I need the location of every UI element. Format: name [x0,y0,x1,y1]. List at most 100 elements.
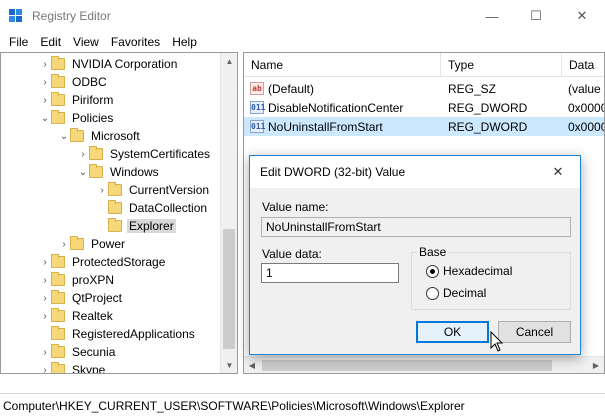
chevron-right-icon[interactable]: › [39,289,51,307]
value-name-label: Value name: [262,200,329,214]
value-row-disablenotificationcenter[interactable]: 011 DisableNotificationCenter REG_DWORD 0… [244,98,604,117]
tree-item[interactable]: DataCollection [1,199,219,217]
chevron-down-icon[interactable]: ⌄ [77,163,89,181]
folder-icon [108,200,122,214]
chevron-right-icon[interactable]: › [39,307,51,325]
scroll-thumb[interactable] [262,360,552,371]
scroll-right-arrow-icon[interactable]: ▶ [588,357,604,373]
value-name-field[interactable] [261,217,571,237]
menu-view[interactable]: View [67,35,105,49]
tree-item[interactable]: › Skype [1,361,219,374]
tree-item[interactable]: RegisteredApplications [1,325,219,343]
tree-item[interactable]: › Power [1,235,219,253]
value-row-default[interactable]: ab (Default) REG_SZ (value [244,79,604,98]
folder-icon [51,308,65,322]
tree-item-label: proXPN [72,273,115,287]
value-data-field[interactable] [261,263,399,283]
edit-dword-dialog: Edit DWORD (32-bit) Value ✕ Value name: … [249,155,581,355]
menu-edit[interactable]: Edit [34,35,67,49]
radio-unchecked-icon[interactable] [426,286,439,300]
value-type: REG_DWORD [448,100,528,115]
chevron-right-icon[interactable]: › [39,343,51,361]
chevron-down-icon[interactable]: ⌄ [39,109,51,127]
cancel-button[interactable]: Cancel [498,321,571,343]
key-tree[interactable]: ▲ ▼ › NVIDIA Corporation › ODBC › Piriform ⌄ Po… [0,52,238,374]
chevron-right-icon[interactable]: › [77,145,89,163]
column-header-type[interactable]: Type [441,53,562,77]
folder-icon [51,326,65,340]
value-name: NoUninstallFromStart [268,119,383,134]
chevron-right-icon[interactable]: › [39,361,51,374]
ok-button[interactable]: OK [416,321,489,343]
tree-item[interactable]: › Secunia [1,343,219,361]
tree-item-label: Windows [110,165,159,179]
registry-editor-icon [9,9,22,22]
tree-item-label: Power [91,237,126,251]
tree-item-label: Skype [72,363,106,374]
folder-icon [108,218,122,232]
tree-item[interactable]: › QtProject [1,289,219,307]
chevron-right-icon[interactable]: › [96,181,108,199]
list-horizontal-scrollbar[interactable]: ◀ ▶ [244,356,604,373]
tree-item-label: Microsoft [91,129,140,143]
radio-decimal-label: Decimal [443,286,487,300]
tree-item[interactable]: › Realtek [1,307,219,325]
registry-editor-window: Registry Editor — ☐ ✕ File Edit View Fav… [0,0,605,417]
scroll-thumb[interactable] [223,229,235,349]
tree-item-label: Realtek [72,309,113,323]
chevron-right-icon[interactable]: › [39,73,51,91]
value-data-label: Value data: [262,247,322,261]
tree-item[interactable]: › NVIDIA Corporation [1,55,219,73]
tree-vertical-scrollbar[interactable]: ▲ ▼ [220,53,237,373]
minimize-button[interactable]: — [470,0,514,32]
chevron-right-icon[interactable]: › [39,253,51,271]
dialog-close-icon[interactable]: ✕ [536,156,580,188]
tree-item[interactable]: › proXPN [1,271,219,289]
tree-item[interactable]: ⌄ Policies [1,109,219,127]
scroll-left-arrow-icon[interactable]: ◀ [244,357,260,373]
tree-item[interactable]: › ProtectedStorage [1,253,219,271]
tree-item-label: ODBC [72,75,107,89]
tree-item[interactable]: Explorer [1,217,219,235]
chevron-right-icon[interactable]: › [39,271,51,289]
menu-file[interactable]: File [3,35,34,49]
tree-item-label: Piriform [72,93,114,107]
tree-item-label: Policies [72,111,114,125]
value-type: REG_DWORD [448,119,528,134]
base-label: Base [417,245,449,259]
value-row-nouninstallfromstart[interactable]: 011 NoUninstallFromStart REG_DWORD 0x0000 [244,117,604,136]
folder-icon [70,236,84,250]
radio-decimal[interactable]: Decimal [426,286,486,300]
tree-item[interactable]: › CurrentVersion [1,181,219,199]
value-name: (Default) [268,81,315,96]
close-button[interactable]: ✕ [560,0,604,32]
radio-checked-icon[interactable] [426,264,439,278]
chevron-right-icon[interactable]: › [39,91,51,109]
folder-icon [51,92,65,106]
title-bar: Registry Editor — ☐ ✕ [0,0,605,32]
menu-favorites[interactable]: Favorites [105,35,166,49]
chevron-right-icon[interactable]: › [39,55,51,73]
maximize-button[interactable]: ☐ [514,0,558,32]
folder-icon [51,362,65,373]
radio-hexadecimal[interactable]: Hexadecimal [426,264,512,278]
tree-item[interactable]: › Piriform [1,91,219,109]
dialog-title: Edit DWORD (32-bit) Value [260,165,406,179]
scroll-up-arrow-icon[interactable]: ▲ [221,53,237,69]
tree-item[interactable]: › SystemCertificates [1,145,219,163]
tree-item[interactable]: ⌄ Microsoft [1,127,219,145]
folder-icon [51,74,65,88]
column-header-name[interactable]: Name [244,53,441,77]
folder-icon [108,182,122,196]
tree-item[interactable]: › ODBC [1,73,219,91]
scroll-down-arrow-icon[interactable]: ▼ [221,357,237,373]
chevron-right-icon[interactable]: › [58,235,70,253]
menu-help[interactable]: Help [166,35,203,49]
chevron-down-icon[interactable]: ⌄ [58,127,70,145]
folder-icon [89,164,103,178]
column-header-data[interactable]: Data [562,53,604,77]
tree-item[interactable]: ⌄ Windows [1,163,219,181]
